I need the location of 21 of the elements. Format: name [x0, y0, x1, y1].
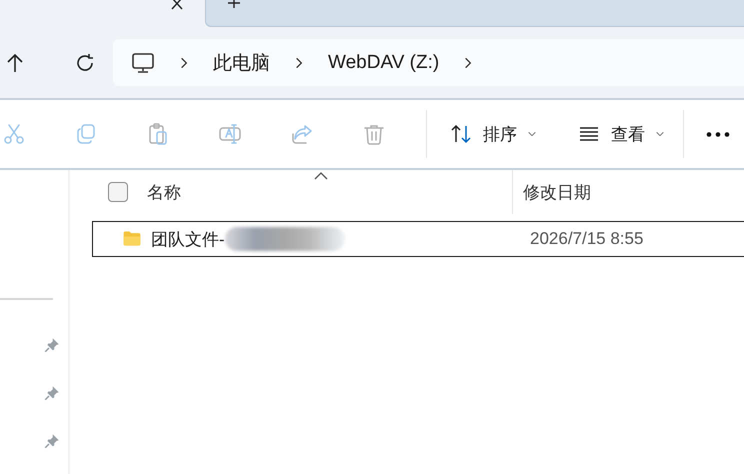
file-row[interactable]: 团队文件- 2026/7/15 8:55	[92, 221, 744, 257]
breadcrumb-item[interactable]: WebDAV (Z:)	[328, 52, 440, 74]
column-header[interactable]: 修改日期	[512, 170, 744, 214]
chevron-down-icon	[527, 129, 537, 139]
view-button[interactable]: 查看	[555, 112, 683, 156]
select-all-checkbox[interactable]	[108, 182, 128, 202]
chevron-down-icon	[655, 129, 665, 139]
breadcrumb-item[interactable]: 此电脑	[213, 50, 270, 76]
column-header[interactable]: 名称	[128, 180, 512, 204]
rename-icon	[218, 122, 242, 146]
file-name: 团队文件-	[151, 228, 225, 250]
address-bar[interactable]: 此电脑 WebDAV (Z:)	[113, 39, 744, 86]
sort-caret-icon	[314, 172, 328, 180]
sort-arrows-icon	[449, 122, 473, 146]
modified-date: 2026/7/15 8:55	[530, 229, 644, 249]
more-icon	[706, 132, 730, 136]
close-tab-button[interactable]	[171, 0, 183, 10]
scissors-icon	[2, 122, 26, 146]
sort-button[interactable]: 排序	[427, 112, 555, 156]
new-tab-button[interactable]	[228, 0, 240, 9]
monitor-icon	[131, 50, 155, 74]
